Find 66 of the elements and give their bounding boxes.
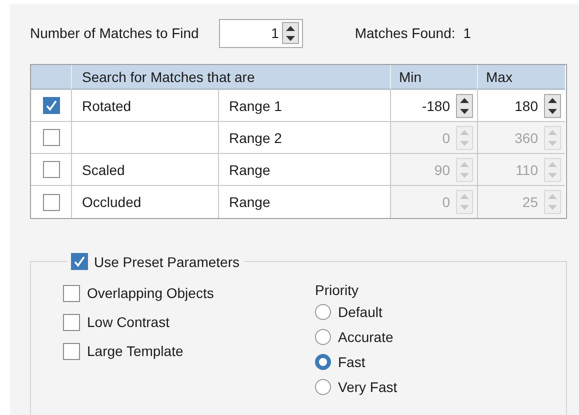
column-header[interactable]: Search for Matches that are <box>72 65 391 90</box>
up-arrow-icon <box>548 194 557 199</box>
down-arrow-icon <box>460 172 469 178</box>
matches-found-value: 1 <box>463 25 472 41</box>
down-arrow-icon <box>460 140 469 146</box>
checkbox-label: Low Contrast <box>87 314 170 330</box>
down-arrow-icon <box>286 36 295 40</box>
checkbox[interactable] <box>42 194 60 210</box>
check-icon <box>44 99 58 112</box>
down-arrow-icon <box>548 172 557 178</box>
checkbox[interactable] <box>42 161 60 178</box>
up-arrow-icon <box>548 162 557 166</box>
min-value: 0 <box>442 130 450 146</box>
up-arrow-icon <box>548 98 557 102</box>
spin-buttons[interactable] <box>456 94 473 118</box>
min-spinner[interactable]: -180 <box>391 90 478 122</box>
checkbox[interactable] <box>42 97 60 114</box>
down-arrow-icon <box>460 205 469 210</box>
check-icon <box>73 255 86 268</box>
radio-label: Default <box>338 304 382 320</box>
radio-button[interactable] <box>315 304 331 320</box>
down-arrow-icon <box>548 140 557 146</box>
checkbox[interactable] <box>63 284 80 302</box>
table-cell: Scaled <box>72 154 219 186</box>
radio-label: Accurate <box>338 329 394 345</box>
checkbox[interactable] <box>63 342 80 360</box>
radio-button[interactable] <box>315 329 331 345</box>
spin-buttons[interactable] <box>282 22 299 44</box>
spin-buttons[interactable] <box>544 94 561 118</box>
max-value: 25 <box>522 194 538 210</box>
field-label: Number of Matches to Find <box>30 25 199 41</box>
min-value: 90 <box>434 162 450 178</box>
radio-button[interactable] <box>315 354 331 370</box>
checkbox-label: Overlapping Objects <box>87 285 214 301</box>
column-header[interactable]: Min <box>391 65 478 90</box>
checkbox[interactable] <box>71 253 88 270</box>
header-cell <box>31 65 72 90</box>
max-value: 360 <box>514 130 538 146</box>
number-spinner[interactable]: 1 <box>218 18 303 48</box>
down-arrow-icon <box>460 108 469 114</box>
table-cell: Range <box>219 154 391 186</box>
down-arrow-icon <box>548 108 557 114</box>
up-arrow-icon <box>460 162 469 166</box>
radio-button[interactable] <box>315 379 331 395</box>
matches-found-label: Matches Found: <box>354 25 456 41</box>
column-header[interactable]: Max <box>478 65 565 90</box>
checkbox-label: Use Preset Parameters <box>94 254 240 270</box>
checkbox-label: Large Template <box>87 343 184 359</box>
up-arrow-icon <box>286 26 295 30</box>
radio-label: Fast <box>338 354 366 370</box>
table-cell: Range 1 <box>219 90 391 122</box>
up-arrow-icon <box>460 98 469 102</box>
down-arrow-icon <box>548 205 557 210</box>
priority-label: Priority <box>315 282 360 298</box>
checkbox[interactable] <box>63 314 80 330</box>
up-arrow-icon <box>460 194 469 199</box>
max-value: 110 <box>516 162 538 178</box>
table-cell: Rotated <box>72 90 219 122</box>
max-value: 180 <box>514 98 538 114</box>
min-value: -180 <box>422 98 450 114</box>
min-value: 0 <box>442 194 450 210</box>
table-cell: Range 2 <box>219 122 391 154</box>
up-arrow-icon <box>460 130 469 134</box>
radio-label: Very Fast <box>338 379 398 395</box>
up-arrow-icon <box>548 130 557 134</box>
checkbox[interactable] <box>42 129 60 146</box>
